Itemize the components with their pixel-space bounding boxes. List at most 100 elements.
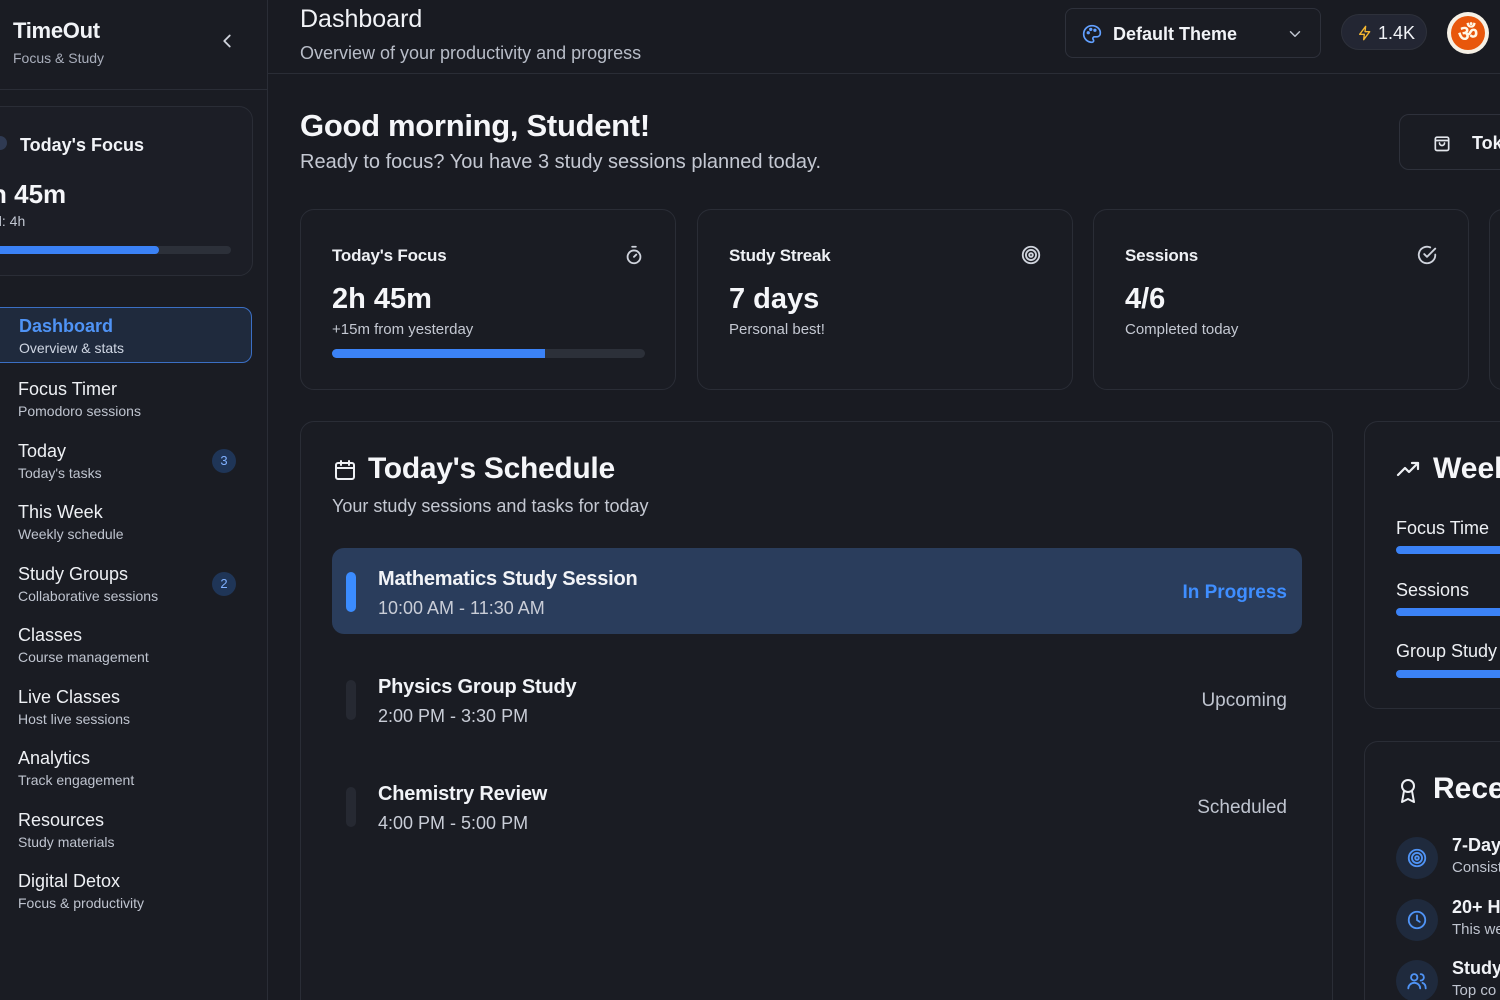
- sidebar-item-label: Focus Timer: [18, 379, 118, 399]
- schedule-panel: Today's Schedule Your study sessions and…: [300, 421, 1333, 1000]
- weekly-row-label: Group Study: [1396, 641, 1498, 661]
- chevron-down-icon: [1286, 25, 1304, 43]
- avatar[interactable]: ॐ: [1447, 12, 1489, 54]
- target-icon: [1020, 244, 1042, 266]
- stat-card-study-streak: Study Streak 7 days Personal best!: [697, 209, 1073, 390]
- session-status: Upcoming: [1201, 690, 1287, 711]
- page-subtitle: Overview of your productivity and progre…: [300, 43, 642, 63]
- sidebar-item-focus-timer[interactable]: Focus Timer Pomodoro sessions: [0, 369, 268, 431]
- achievement-title: 20+ H: [1452, 897, 1500, 917]
- palette-icon: [1082, 24, 1102, 44]
- focus-card-title: Today's Focus: [20, 135, 144, 155]
- brand-title: TimeOut: [13, 18, 100, 43]
- weekly-row-bar: [1396, 670, 1500, 678]
- stat-title: Today's Focus: [332, 246, 447, 265]
- target-icon: [1396, 837, 1438, 879]
- sidebar-divider: [0, 89, 268, 90]
- achievement-item[interactable]: Study Top co: [1396, 958, 1500, 1000]
- sidebar-item-sub: Overview & stats: [19, 340, 125, 356]
- sidebar-item-today[interactable]: Today Today's tasks 3: [0, 431, 268, 493]
- stat-card-partial: [1489, 209, 1500, 390]
- sidebar-item-label: This Week: [18, 502, 103, 522]
- session-status: In Progress: [1182, 582, 1287, 603]
- session-name: Chemistry Review: [378, 783, 548, 805]
- focus-progress-fill: [0, 246, 159, 254]
- chevron-left-icon[interactable]: [216, 30, 238, 52]
- weekly-panel: Week Focus Time Sessions Group Study: [1364, 421, 1500, 709]
- schedule-item[interactable]: Mathematics Study Session 10:00 AM - 11:…: [332, 548, 1302, 634]
- weekly-row-bar: [1396, 546, 1500, 554]
- session-status: Scheduled: [1197, 797, 1287, 818]
- achievement-sub: This we: [1452, 921, 1500, 938]
- calendar-icon: [333, 458, 357, 482]
- sidebar: TimeOut Focus & Study Today's Focus h 45…: [0, 0, 268, 1000]
- points-value: 1.4K: [1378, 23, 1416, 43]
- trending-up-icon: [1396, 458, 1422, 480]
- top-header: Dashboard Overview of your productivity …: [268, 0, 1500, 74]
- weekly-title: Week: [1433, 452, 1500, 485]
- weekly-row-label: Focus Time: [1396, 518, 1490, 538]
- stat-progress-fill: [332, 349, 545, 358]
- clock-icon: [1396, 899, 1438, 941]
- stat-title: Sessions: [1125, 246, 1199, 265]
- om-icon: ॐ: [1451, 16, 1485, 50]
- sidebar-item-label: Live Classes: [18, 686, 121, 707]
- sidebar-item-classes[interactable]: Classes Course management: [0, 615, 268, 677]
- achievement-item[interactable]: 7-Day Consist: [1396, 835, 1500, 879]
- stat-value: 4/6: [1125, 283, 1166, 315]
- tokens-button-label: Tok: [1472, 133, 1500, 153]
- focus-progress-bar: [0, 246, 231, 254]
- achievement-sub: Top co: [1452, 982, 1497, 999]
- sidebar-item-this-week[interactable]: This Week Weekly schedule: [0, 492, 268, 554]
- sidebar-item-live-classes[interactable]: Live Classes Host live sessions: [0, 677, 268, 739]
- check-circle-icon: [1416, 244, 1438, 266]
- session-name: Physics Group Study: [378, 676, 577, 698]
- sidebar-item-label: Classes: [18, 625, 83, 645]
- stat-sub: Personal best!: [729, 321, 825, 338]
- session-marker: [346, 572, 356, 612]
- sidebar-item-dashboard[interactable]: Dashboard Overview & stats: [0, 307, 252, 363]
- stat-value: 2h 45m: [332, 283, 432, 315]
- session-time: 2:00 PM - 3:30 PM: [378, 706, 529, 726]
- weekly-row-label: Sessions: [1396, 580, 1470, 600]
- stat-sub: +15m from yesterday: [332, 321, 474, 338]
- sidebar-item-study-groups[interactable]: Study Groups Collaborative sessions 2: [0, 554, 268, 616]
- session-name: Mathematics Study Session: [378, 568, 638, 590]
- sidebar-item-sub: Course management: [18, 649, 149, 665]
- greeting-title: Good morning, Student!: [300, 108, 650, 143]
- focus-card-goal: al: 4h: [0, 213, 26, 229]
- greeting-subtitle: Ready to focus? You have 3 study session…: [300, 151, 822, 173]
- award-icon: [1398, 778, 1418, 804]
- achievement-title: Study: [1452, 958, 1500, 978]
- schedule-item[interactable]: Chemistry Review 4:00 PM - 5:00 PM Sched…: [332, 763, 1302, 849]
- theme-select-label: Default Theme: [1113, 24, 1238, 44]
- points-badge[interactable]: 1.4K: [1341, 14, 1427, 50]
- shopping-bag-icon: [1432, 133, 1452, 153]
- stat-title: Study Streak: [729, 246, 831, 265]
- stat-card-sessions: Sessions 4/6 Completed today: [1093, 209, 1469, 390]
- achievement-item[interactable]: 20+ H This we: [1396, 897, 1500, 941]
- brand-subtitle: Focus & Study: [13, 50, 105, 66]
- sidebar-nav: Dashboard Overview & stats Focus Timer P…: [0, 307, 268, 923]
- stat-card-todays-focus: Today's Focus 2h 45m +15m from yesterday: [300, 209, 676, 390]
- sidebar-item-label: Dashboard: [19, 316, 114, 336]
- sidebar-item-resources[interactable]: Resources Study materials: [0, 800, 268, 862]
- users-icon: [1396, 960, 1438, 1000]
- stat-sub: Completed today: [1125, 321, 1239, 338]
- sidebar-item-sub: Focus & productivity: [18, 895, 145, 911]
- theme-select[interactable]: Default Theme: [1065, 8, 1321, 58]
- bolt-icon: [1357, 24, 1373, 42]
- tokens-button[interactable]: Tok: [1399, 114, 1500, 170]
- achievement-title: 7-Day: [1452, 835, 1500, 855]
- focus-card-time: h 45m: [0, 179, 67, 209]
- achievement-sub: Consist: [1452, 859, 1500, 876]
- sidebar-item-sub: Study materials: [18, 833, 115, 850]
- session-marker: [346, 680, 356, 720]
- sidebar-item-digital-detox[interactable]: Digital Detox Focus & productivity: [0, 861, 268, 923]
- sidebar-item-sub: Track engagement: [18, 772, 135, 788]
- stat-value: 7 days: [729, 283, 820, 315]
- schedule-item[interactable]: Physics Group Study 2:00 PM - 3:30 PM Up…: [332, 656, 1302, 742]
- sidebar-item-analytics[interactable]: Analytics Track engagement: [0, 738, 268, 800]
- sidebar-item-label: Analytics: [18, 748, 91, 768]
- recent-title: Recen: [1433, 772, 1500, 805]
